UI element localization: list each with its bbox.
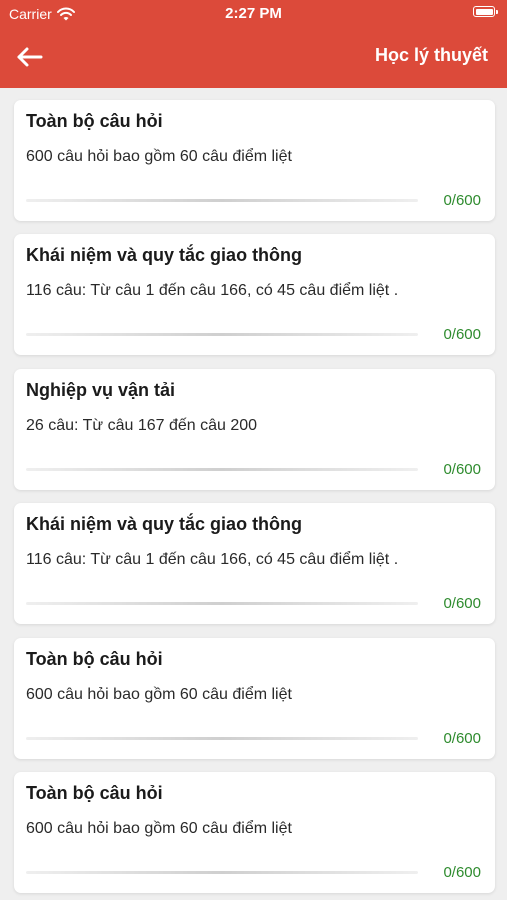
- card-title: Nghiệp vụ vận tải: [26, 380, 176, 400]
- page-title: Học lý thuyết: [374, 45, 488, 65]
- progress-count: 0/600: [443, 864, 481, 881]
- progress-count: 0/600: [443, 461, 481, 478]
- card-title: Toàn bộ câu hỏi: [26, 649, 163, 669]
- status-time: 2:27 PM: [225, 5, 282, 22]
- status-bar: Carrier 2:27 PM: [0, 0, 507, 28]
- battery-icon: [473, 6, 498, 17]
- card-description: 116 câu: Từ câu 1 đến câu 166, có 45 câu…: [26, 551, 399, 568]
- lesson-card[interactable]: Toàn bộ câu hỏi 600 câu hỏi bao gồm 60 câ…: [14, 100, 495, 221]
- back-button[interactable]: [14, 42, 48, 72]
- progress-count: 0/600: [443, 326, 481, 343]
- card-description: 600 câu hỏi bao gồm 60 câu điểm liệt: [26, 686, 292, 703]
- lesson-card[interactable]: Khái niệm và quy tắc giao thông 116 câu: …: [14, 503, 495, 624]
- card-description: 600 câu hỏi bao gồm 60 câu điểm liệt: [26, 148, 292, 165]
- lesson-card[interactable]: Khái niệm và quy tắc giao thông 116 câu: …: [14, 234, 495, 355]
- lesson-card[interactable]: Nghiệp vụ vận tải 26 câu: Từ câu 167 đến …: [14, 369, 495, 490]
- card-title: Khái niệm và quy tắc giao thông: [26, 245, 303, 265]
- progress-bar: [26, 871, 418, 874]
- progress-count: 0/600: [443, 192, 481, 209]
- progress-bar: [26, 468, 418, 471]
- progress-bar: [26, 602, 418, 605]
- card-description: 116 câu: Từ câu 1 đến câu 166, có 45 câu…: [26, 282, 399, 299]
- lesson-card[interactable]: Toàn bộ câu hỏi 600 câu hỏi bao gồm 60 câ…: [14, 772, 495, 893]
- card-title: Khái niệm và quy tắc giao thông: [26, 514, 303, 534]
- arrow-left-icon: [17, 47, 43, 67]
- card-description: 600 câu hỏi bao gồm 60 câu điểm liệt: [26, 820, 292, 837]
- progress-bar: [26, 333, 418, 336]
- app-header: Carrier 2:27 PM Học lý thuyết: [0, 0, 507, 88]
- card-title: Toàn bộ câu hỏi: [26, 783, 163, 803]
- progress-count: 0/600: [443, 595, 481, 612]
- lesson-card[interactable]: Toàn bộ câu hỏi 600 câu hỏi bao gồm 60 câ…: [14, 638, 495, 759]
- progress-count: 0/600: [443, 730, 481, 747]
- card-title: Toàn bộ câu hỏi: [26, 111, 163, 131]
- progress-bar: [26, 199, 418, 202]
- card-description: 26 câu: Từ câu 167 đến câu 200: [26, 417, 258, 434]
- progress-bar: [26, 737, 418, 740]
